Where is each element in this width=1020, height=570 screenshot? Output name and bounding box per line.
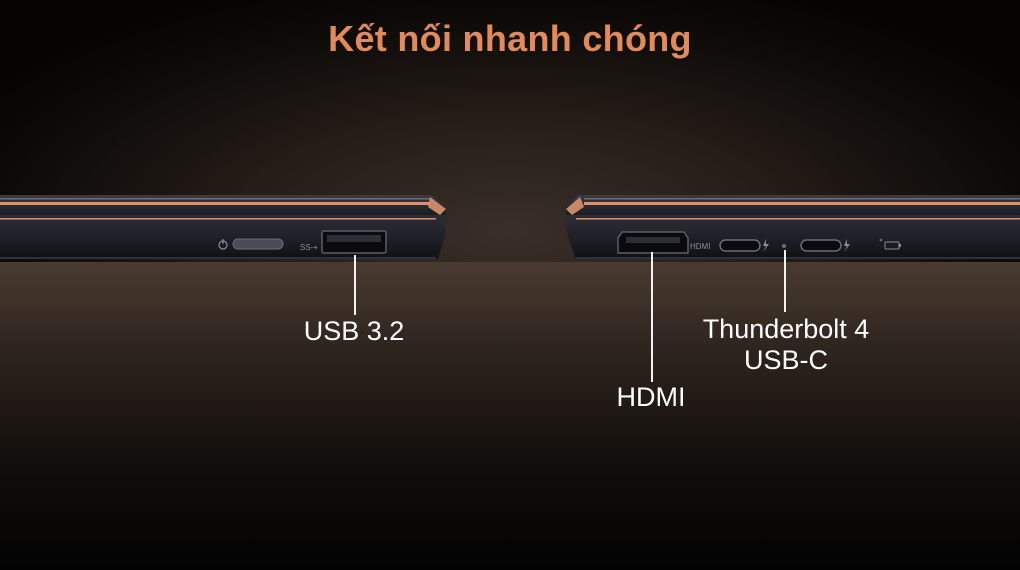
thunderbolt-label: Thunderbolt 4 USB-C (688, 314, 884, 376)
usb-3.2-port-icon[interactable] (321, 230, 387, 254)
hdmi-pointer-line (651, 252, 653, 382)
thunderbolt-pointer-line (784, 250, 786, 312)
laptop-right-side: HDMI (566, 195, 1020, 259)
usb-ss-marking: SS⇢ (300, 243, 318, 252)
hdmi-marking: HDMI (690, 242, 710, 251)
usb-3.2-label: USB 3.2 (303, 316, 405, 346)
hdmi-port-icon[interactable] (617, 231, 689, 254)
hdmi-label: HDMI (616, 382, 686, 412)
laptop-left-side: SS⇢ (0, 195, 446, 259)
page-title: Kết nối nhanh chóng (328, 18, 692, 59)
power-button[interactable] (232, 238, 284, 250)
thunderbolt-label-line1: Thunderbolt 4 (702, 314, 870, 344)
thunderbolt-usb-c-port-icon[interactable] (800, 239, 842, 252)
status-led-icon (782, 244, 786, 248)
thunderbolt-label-line2: USB-C (743, 345, 828, 375)
usb-pointer-line (354, 255, 356, 315)
background-floor (0, 262, 1020, 570)
thunderbolt-usb-c-port-icon[interactable] (719, 239, 761, 252)
